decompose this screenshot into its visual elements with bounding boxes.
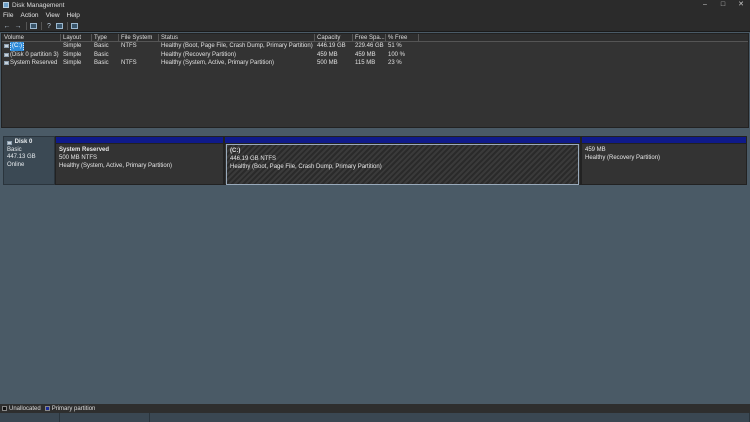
partition-recovery[interactable]: 459 MB Healthy (Recovery Partition) xyxy=(581,136,747,185)
disk-name: Disk 0 xyxy=(14,139,33,145)
free-space-cell: 229.46 GB xyxy=(355,43,384,49)
volume-name: (Disk 0 partition 3) xyxy=(10,51,59,58)
partition-details: (C:) 446.19 GB NTFS Healthy (Boot, Page … xyxy=(226,144,579,185)
menu-help[interactable]: Help xyxy=(67,12,80,19)
disk-icon xyxy=(7,140,12,145)
disk-graphical-view: Disk 0 Basic 447.13 GB Online System Res… xyxy=(1,132,749,402)
primary-partition-bar xyxy=(56,137,223,144)
partition-size: 446.19 GB NTFS xyxy=(230,156,277,162)
minimize-button[interactable]: – xyxy=(696,0,714,10)
window-controls: – □ ✕ xyxy=(696,0,750,10)
disk-management-icon xyxy=(3,2,9,8)
toolbar-separator xyxy=(41,22,42,30)
volume-list: Volume Layout Type File System Status Ca… xyxy=(1,33,749,128)
primary-partition-bar xyxy=(582,137,746,144)
status-segment xyxy=(0,413,60,422)
volume-name: System Reserved xyxy=(10,60,58,66)
column-type[interactable]: Type xyxy=(92,34,119,41)
column-file-system[interactable]: File System xyxy=(119,34,159,41)
type-cell: Basic xyxy=(94,60,109,66)
partition-name: System Reserved xyxy=(59,147,110,153)
menu-bar: File Action View Help xyxy=(0,10,750,21)
partition-size: 459 MB xyxy=(585,147,606,153)
partition-name: (C:) xyxy=(230,148,241,154)
status-cell: Healthy (Boot, Page File, Crash Dump, Pr… xyxy=(161,43,313,49)
legend-unallocated: Unallocated xyxy=(9,405,41,412)
partition-status: Healthy (Boot, Page File, Crash Dump, Pr… xyxy=(230,164,382,170)
status-bar xyxy=(0,413,750,422)
column-capacity[interactable]: Capacity xyxy=(315,34,353,41)
disk-name-row: Disk 0 xyxy=(7,139,51,147)
partition-status: Healthy (System, Active, Primary Partiti… xyxy=(59,163,173,169)
legend: Unallocated Primary partition xyxy=(0,404,750,413)
disk-info-panel[interactable]: Disk 0 Basic 447.13 GB Online xyxy=(3,136,55,185)
type-cell: Basic xyxy=(94,51,109,58)
window-title: Disk Management xyxy=(12,1,65,9)
properties-icon[interactable] xyxy=(56,23,63,29)
unallocated-swatch xyxy=(2,406,7,411)
type-cell: Basic xyxy=(94,43,109,49)
partition-details: 459 MB Healthy (Recovery Partition) xyxy=(582,144,746,164)
menu-view[interactable]: View xyxy=(46,12,60,19)
capacity-cell: 500 MB xyxy=(317,60,338,66)
column-percent-free[interactable]: % Free xyxy=(386,34,419,41)
status-cell: Healthy (System, Active, Primary Partiti… xyxy=(161,60,275,66)
partition-c[interactable]: (C:) 446.19 GB NTFS Healthy (Boot, Page … xyxy=(224,136,581,185)
title-bar: Disk Management – □ ✕ xyxy=(0,0,750,10)
free-space-cell: 459 MB xyxy=(355,51,376,58)
file-system-cell: NTFS xyxy=(121,43,137,49)
folder-icon[interactable] xyxy=(30,23,37,29)
volume-name-cell: (C:) xyxy=(2,42,61,51)
partition-status: Healthy (Recovery Partition) xyxy=(585,155,661,161)
maximize-button[interactable]: □ xyxy=(714,0,732,10)
status-segment xyxy=(150,413,750,422)
close-button[interactable]: ✕ xyxy=(732,0,750,10)
volume-name-cell: (Disk 0 partition 3) xyxy=(2,51,61,60)
percent-free-cell: 23 % xyxy=(388,60,402,66)
percent-free-cell: 100 % xyxy=(388,51,406,58)
legend-primary-partition: Primary partition xyxy=(51,405,96,412)
volume-name: (C:) xyxy=(10,42,24,51)
console-icon[interactable] xyxy=(71,23,78,29)
volume-icon xyxy=(4,61,9,66)
partition-system-reserved[interactable]: System Reserved 500 MB NTFS Healthy (Sys… xyxy=(55,136,224,185)
disk-type: Basic xyxy=(7,146,22,153)
status-cell: Healthy (Recovery Partition) xyxy=(161,51,237,58)
toolbar-separator xyxy=(26,22,27,30)
file-system-cell xyxy=(119,51,159,60)
toolbar: ← → ? xyxy=(0,21,750,32)
column-status[interactable]: Status xyxy=(159,34,315,41)
primary-partition-bar xyxy=(225,137,580,144)
volume-list-header: Volume Layout Type File System Status Ca… xyxy=(2,34,748,42)
column-free-space[interactable]: Free Spa... xyxy=(353,34,386,41)
layout-cell: Simple xyxy=(63,60,82,66)
disk-size: 447.13 GB xyxy=(7,154,36,160)
column-layout[interactable]: Layout xyxy=(61,34,92,41)
disk-state: Online xyxy=(7,161,25,168)
percent-free-cell: 51 % xyxy=(388,43,402,49)
capacity-cell: 459 MB xyxy=(317,51,338,58)
partition-size: 500 MB NTFS xyxy=(59,155,98,161)
forward-icon[interactable]: → xyxy=(14,22,22,30)
volume-name-cell: System Reserved xyxy=(2,59,61,68)
layout-cell: Simple xyxy=(63,43,82,49)
volume-row[interactable]: (Disk 0 partition 3) Simple Basic Health… xyxy=(2,51,748,60)
toolbar-separator xyxy=(67,22,68,30)
volume-row[interactable]: System Reserved Simple Basic NTFS Health… xyxy=(2,59,748,68)
menu-action[interactable]: Action xyxy=(20,12,38,19)
volume-icon xyxy=(4,52,9,57)
capacity-cell: 446.19 GB xyxy=(317,43,346,49)
primary-partition-swatch xyxy=(44,406,50,411)
layout-cell: Simple xyxy=(63,51,82,58)
volume-row[interactable]: (C:) Simple Basic NTFS Healthy (Boot, Pa… xyxy=(2,42,748,51)
help-icon[interactable]: ? xyxy=(45,22,53,30)
volume-icon xyxy=(4,44,9,49)
back-icon[interactable]: ← xyxy=(3,22,11,30)
column-volume[interactable]: Volume xyxy=(2,34,61,41)
menu-file[interactable]: File xyxy=(3,12,13,19)
free-space-cell: 115 MB xyxy=(355,60,376,66)
partition-details: System Reserved 500 MB NTFS Healthy (Sys… xyxy=(56,144,223,172)
file-system-cell: NTFS xyxy=(121,60,137,66)
status-segment xyxy=(60,413,150,422)
